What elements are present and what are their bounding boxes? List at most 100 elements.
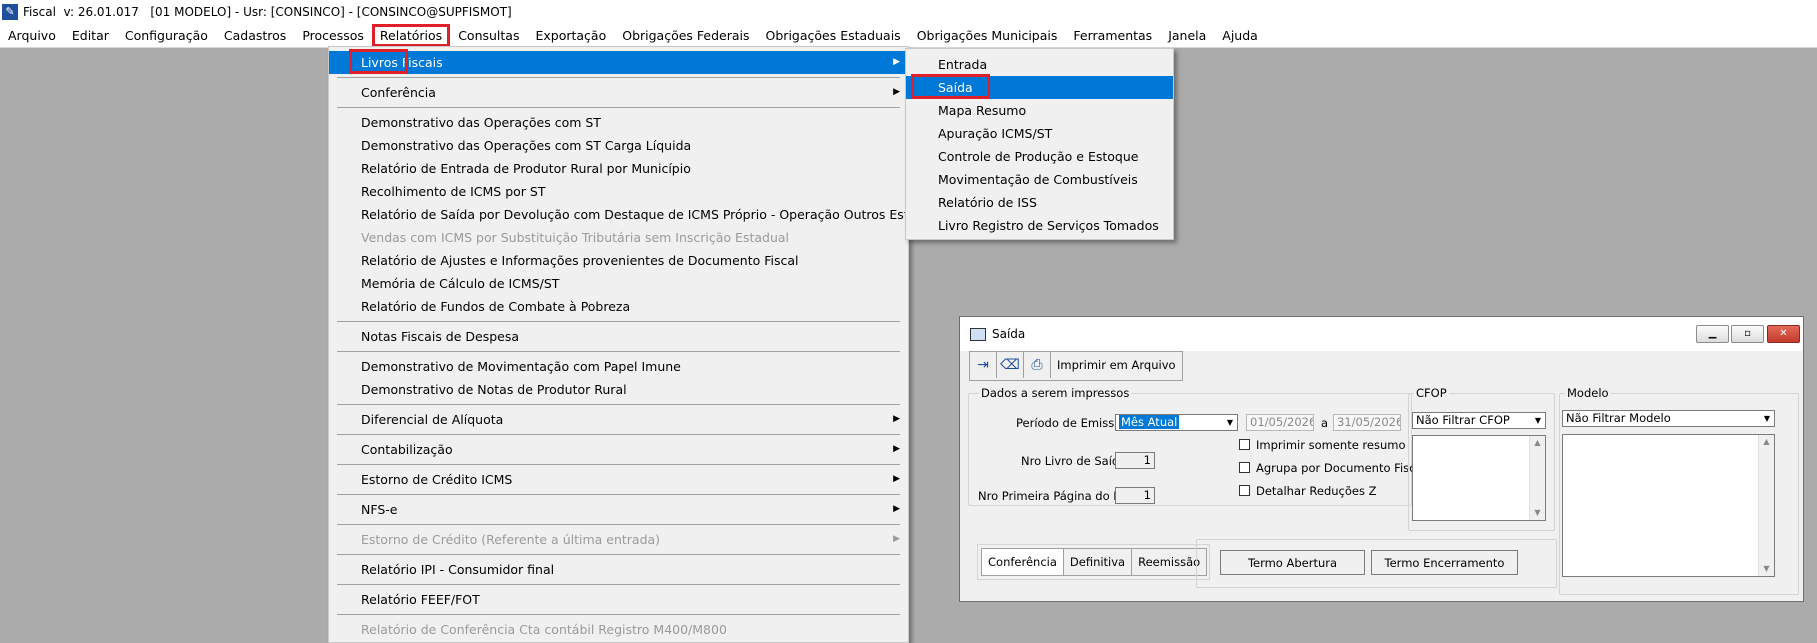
menu-separator (337, 107, 900, 108)
scroll-up-icon[interactable]: ▲ (1530, 436, 1545, 450)
saida-dialog: Saída ▁ ▫ ✕ ⇥ ⌫ ⎙ Imprimir em Arquivo Da… (959, 316, 1804, 602)
menu-cadastros[interactable]: Cadastros (216, 24, 294, 47)
menu-item-saida-devolucao[interactable]: Relatório de Saída por Devolução com Des… (329, 203, 938, 226)
menu-item-entrada-produtor-rural[interactable]: Relatório de Entrada de Produtor Rural p… (329, 157, 908, 180)
modelo-combo[interactable]: Não Filtrar Modelo ▼ (1562, 410, 1775, 427)
submenu-item-mapa-resumo[interactable]: Mapa Resumo (906, 99, 1173, 122)
menu-separator (337, 321, 900, 322)
cfop-scrollbar[interactable]: ▲ ▼ (1529, 436, 1545, 520)
menu-obrigacoes-municipais[interactable]: Obrigações Municipais (909, 24, 1066, 47)
modelo-scrollbar[interactable]: ▲ ▼ (1758, 435, 1774, 576)
menu-item-feef-fot[interactable]: Relatório FEEF/FOT (329, 588, 908, 611)
menu-consultas[interactable]: Consultas (450, 24, 527, 47)
periodo-combo[interactable]: Mês Atual ▼ (1115, 414, 1238, 431)
date-separator: a (1321, 416, 1329, 430)
cfop-listbox[interactable]: ▲ ▼ (1412, 435, 1546, 521)
dialog-toolbar: ⇥ ⌫ ⎙ Imprimir em Arquivo (969, 351, 1183, 381)
chk-imprimir-resumo[interactable] (1239, 439, 1250, 450)
dialog-title-bar: Saída ▁ ▫ ✕ (960, 317, 1803, 351)
cfop-value: Não Filtrar CFOP (1416, 413, 1510, 427)
menu-item-vendas-icms-st: Vendas com ICMS por Substituição Tributá… (361, 230, 790, 245)
nro-livro-field[interactable]: 1 (1115, 452, 1155, 469)
menu-obrigacoes-estaduais[interactable]: Obrigações Estaduais (758, 24, 909, 47)
scroll-down-icon[interactable]: ▼ (1530, 506, 1545, 520)
menu-item-conferencia-cta-contabil: Relatório de Conferência Cta contábil Re… (361, 622, 727, 637)
date-to-field[interactable]: 31/05/2026 (1333, 414, 1401, 431)
menu-separator (337, 584, 900, 585)
submenu-item-saida[interactable]: Saída (906, 76, 1173, 99)
menu-separator (337, 404, 900, 405)
chevron-down-icon[interactable]: ▼ (1531, 413, 1545, 428)
menu-ajuda[interactable]: Ajuda (1214, 24, 1266, 47)
submenu-item-controle-producao[interactable]: Controle de Produção e Estoque (906, 145, 1173, 168)
menu-item-demonstrativo-st[interactable]: Demonstrativo das Operações com ST (329, 111, 908, 134)
app-title-bar: ✎ Fiscal v: 26.01.017 [01 MODELO] - Usr:… (0, 0, 1817, 24)
menu-item-recolhimento-icms-st[interactable]: Recolhimento de ICMS por ST (329, 180, 908, 203)
menu-configuracao[interactable]: Configuração (117, 24, 216, 47)
termo-encerramento-button[interactable]: Termo Encerramento (1371, 550, 1518, 575)
nro-pagina-field[interactable]: 1 (1115, 487, 1155, 504)
menu-relatorios[interactable]: Relatórios (371, 24, 451, 47)
menu-separator (337, 524, 900, 525)
date-from-field[interactable]: 01/05/2026 (1246, 414, 1314, 431)
modelo-listbox[interactable]: ▲ ▼ (1562, 434, 1775, 577)
menu-item-contabilizacao[interactable]: Contabilização ▶ (329, 438, 908, 461)
mode-tabs: Conferência Definitiva Reemissão (977, 544, 1211, 580)
menu-item-label: Estorno de Crédito (Referente a última e… (361, 532, 661, 547)
submenu-arrow-icon: ▶ (893, 444, 900, 454)
menu-separator (337, 434, 900, 435)
menu-arquivo[interactable]: Arquivo (0, 24, 64, 47)
exit-icon[interactable]: ⇥ (970, 352, 997, 378)
submenu-item-entrada[interactable]: Entrada (906, 53, 1173, 76)
chk-detalhar-reducoes[interactable] (1239, 485, 1250, 496)
eraser-icon[interactable]: ⌫ (997, 352, 1024, 378)
menu-item-papel-imune[interactable]: Demonstrativo de Movimentação com Papel … (329, 355, 908, 378)
periodo-value: Mês Atual (1119, 415, 1180, 429)
chevron-down-icon[interactable]: ▼ (1760, 411, 1774, 426)
submenu-item-apuracao-icms-st[interactable]: Apuração ICMS/ST (906, 122, 1173, 145)
cfop-label: CFOP (1414, 386, 1449, 400)
modelo-label: Modelo (1565, 386, 1611, 400)
menu-separator (337, 494, 900, 495)
menu-item-diferencial-aliquota[interactable]: Diferencial de Alíquota ▶ (329, 408, 908, 431)
menu-item-conferencia[interactable]: Conferência ▶ (329, 81, 908, 104)
printer-icon[interactable]: ⎙ (1024, 352, 1051, 378)
menu-obrigacoes-federais[interactable]: Obrigações Federais (614, 24, 757, 47)
menu-processos[interactable]: Processos (294, 24, 372, 47)
menu-item-notas-despesa[interactable]: Notas Fiscais de Despesa (329, 325, 908, 348)
menu-ferramentas[interactable]: Ferramentas (1065, 24, 1160, 47)
menu-item-memoria-calculo[interactable]: Memória de Cálculo de ICMS/ST (329, 272, 908, 295)
close-icon[interactable]: ✕ (1767, 325, 1800, 343)
menu-item-ajustes-documento-fiscal[interactable]: Relatório de Ajustes e Informações prove… (329, 249, 908, 272)
menu-janela[interactable]: Janela (1160, 24, 1214, 47)
menu-item-label: Contabilização (361, 442, 453, 457)
menu-item-ipi-consumidor-final[interactable]: Relatório IPI - Consumidor final (329, 558, 908, 581)
submenu-item-servicos-tomados[interactable]: Livro Registro de Serviços Tomados (906, 214, 1173, 237)
menu-item-demonstrativo-st-carga[interactable]: Demonstrativo das Operações com ST Carga… (329, 134, 908, 157)
menu-editar[interactable]: Editar (64, 24, 117, 47)
menu-item-nfse[interactable]: NFS-e ▶ (329, 498, 908, 521)
restore-icon[interactable]: ▫ (1731, 325, 1764, 343)
chk-agrupa-documento[interactable] (1239, 462, 1250, 473)
menu-exportacao[interactable]: Exportação (527, 24, 614, 47)
menu-separator (337, 77, 900, 78)
tab-conferencia[interactable]: Conferência (981, 548, 1064, 576)
chevron-down-icon[interactable]: ▼ (1223, 415, 1237, 430)
menu-item-livros-fiscais[interactable]: Livros Fiscais ▶ (329, 51, 908, 74)
menu-separator (337, 351, 900, 352)
menu-item-notas-produtor-rural[interactable]: Demonstrativo de Notas de Produtor Rural (329, 378, 908, 401)
termo-abertura-button[interactable]: Termo Abertura (1220, 550, 1365, 575)
menu-item-estorno-credito-icms[interactable]: Estorno de Crédito ICMS ▶ (329, 468, 908, 491)
tab-definitiva[interactable]: Definitiva (1062, 548, 1133, 576)
dialog-title: Saída (992, 327, 1026, 341)
submenu-item-movimentacao-combustiveis[interactable]: Movimentação de Combustíveis (906, 168, 1173, 191)
scroll-up-icon[interactable]: ▲ (1759, 435, 1774, 449)
menu-separator (337, 464, 900, 465)
print-to-file-button[interactable]: Imprimir em Arquivo (1051, 352, 1182, 378)
menu-item-label: NFS-e (361, 502, 398, 517)
scroll-down-icon[interactable]: ▼ (1759, 562, 1774, 576)
cfop-combo[interactable]: Não Filtrar CFOP ▼ (1412, 412, 1546, 429)
menu-item-fundos-combate-pobreza[interactable]: Relatório de Fundos de Combate à Pobreza (329, 295, 908, 318)
submenu-item-relatorio-iss[interactable]: Relatório de ISS (906, 191, 1173, 214)
minimize-icon[interactable]: ▁ (1696, 325, 1729, 343)
